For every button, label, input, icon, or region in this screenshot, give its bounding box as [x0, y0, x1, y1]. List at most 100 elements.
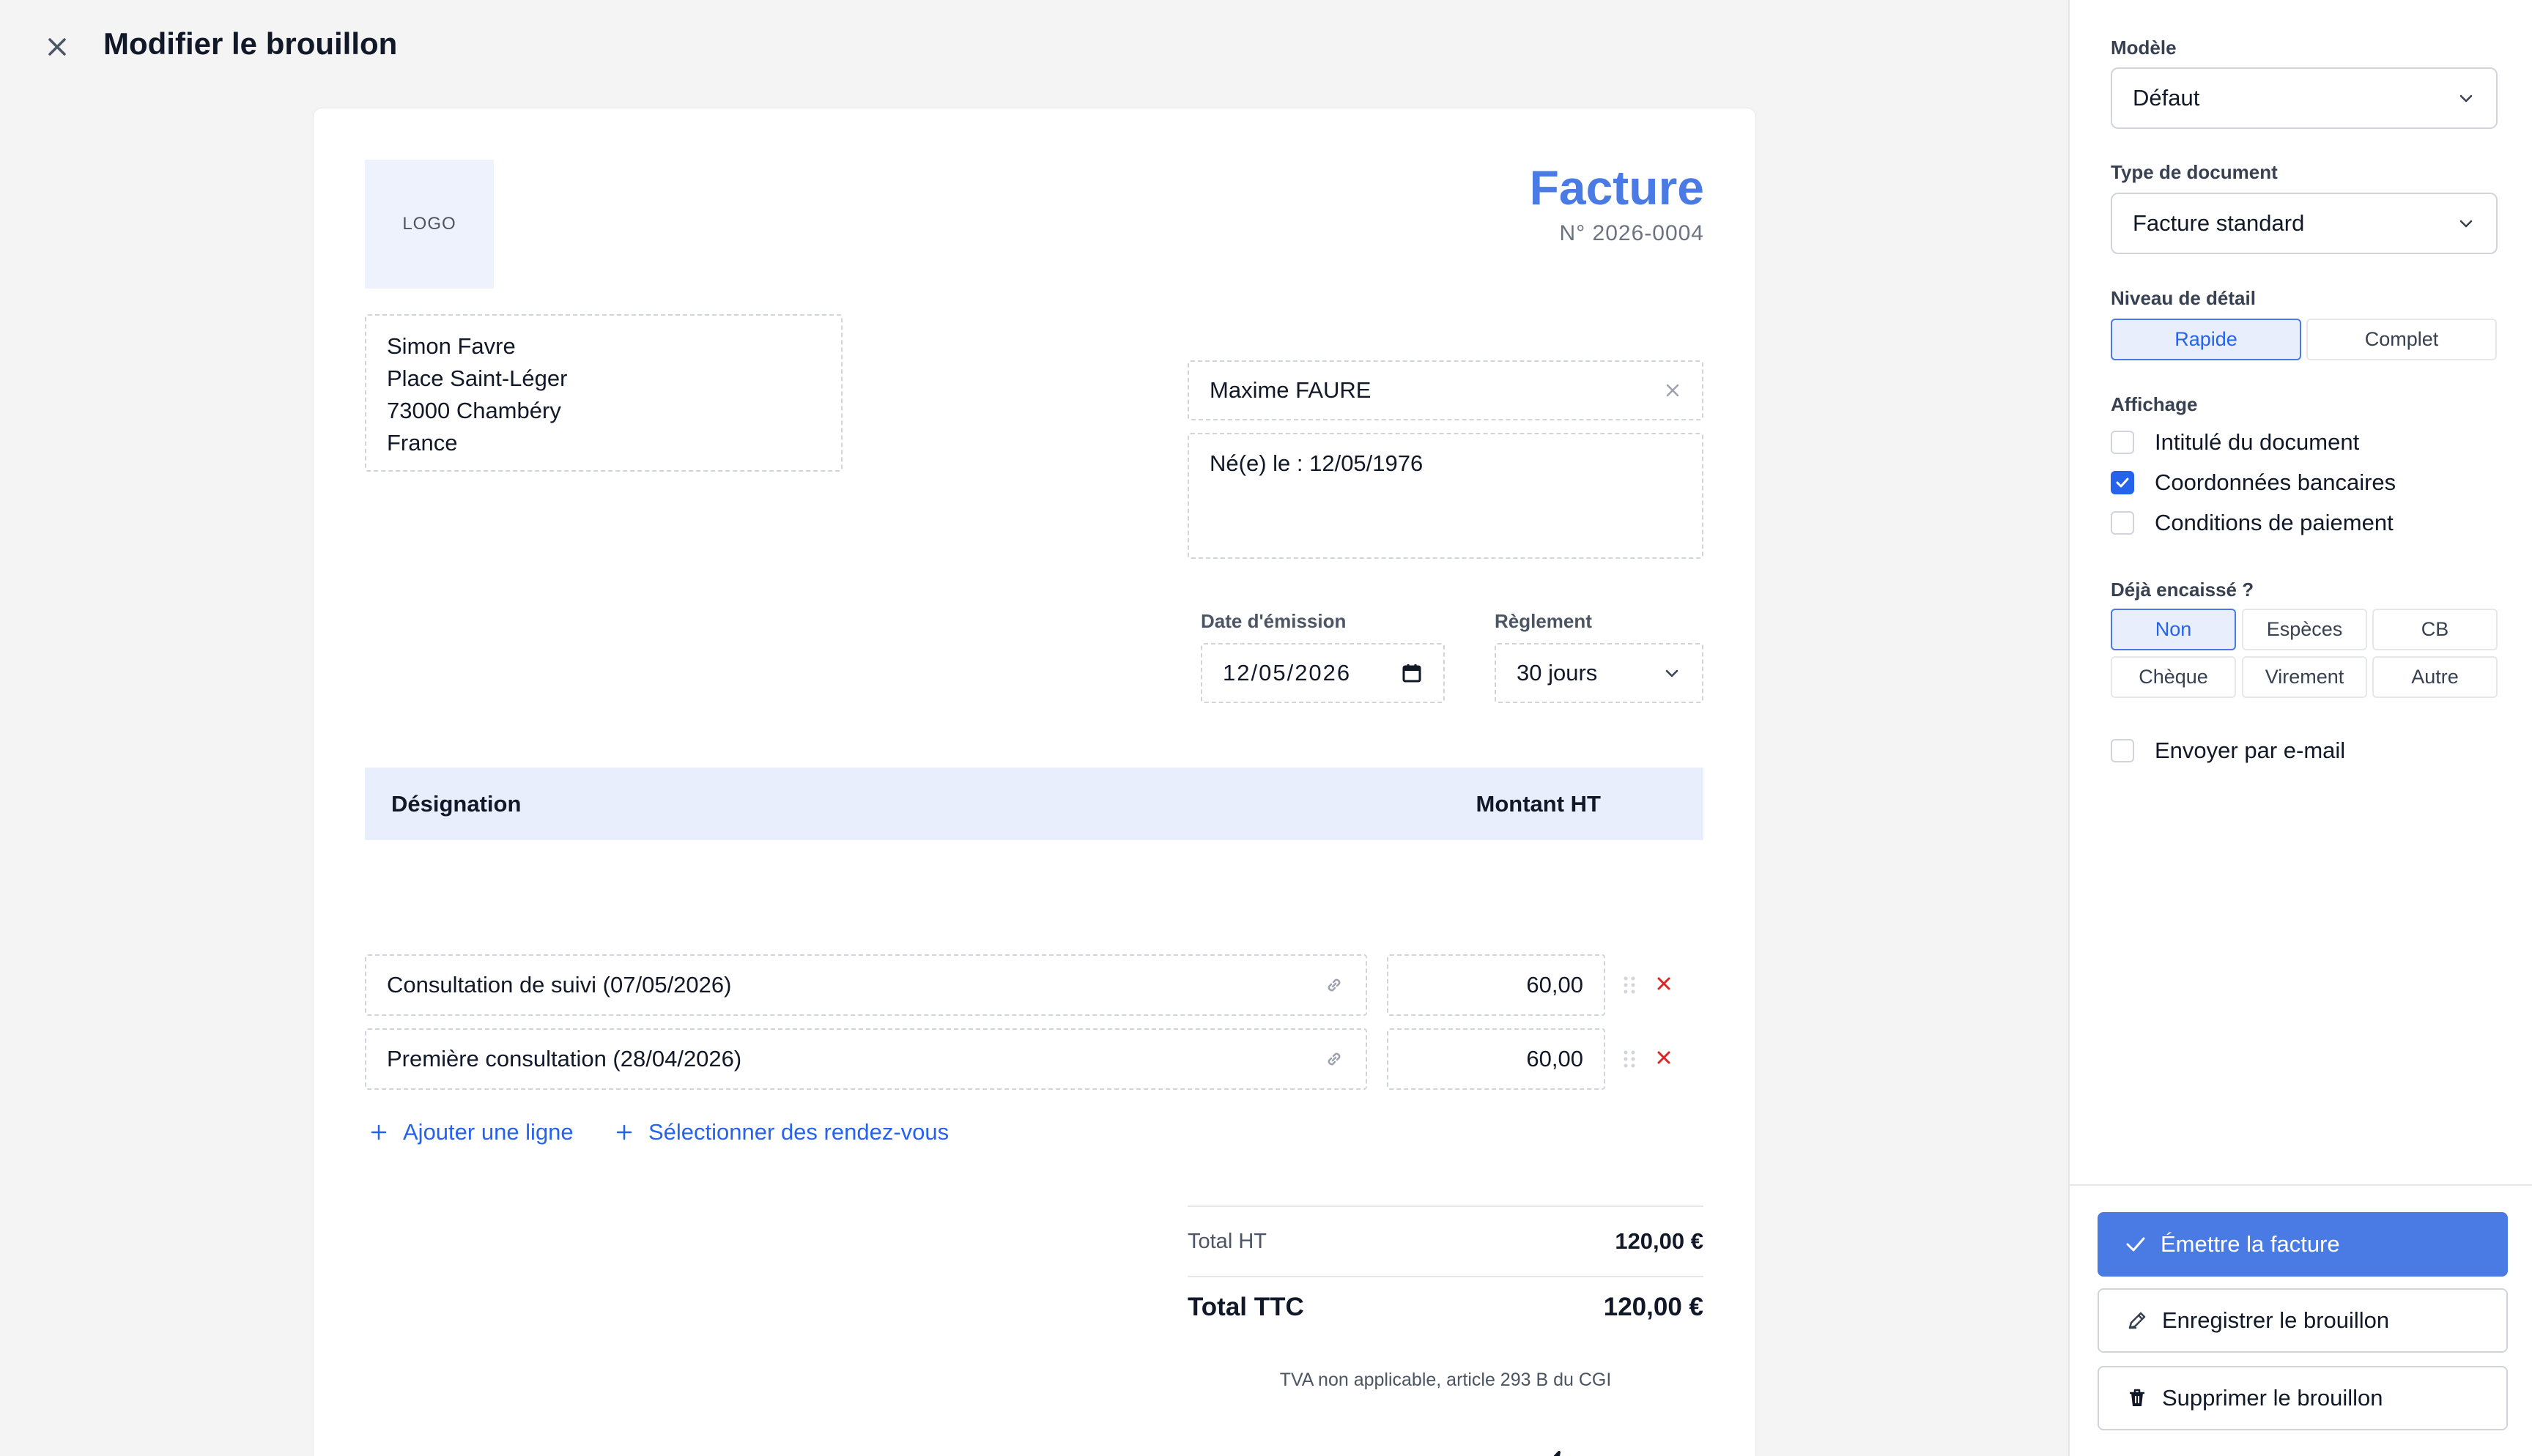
line-amount-field[interactable]: 60,00 [1387, 1028, 1605, 1090]
sender-name: Simon Favre [387, 333, 516, 359]
column-header-designation: Désignation [391, 790, 522, 817]
invoice-card: LOGO Facture N° 2026-0004 Simon Favre Pl… [313, 108, 1756, 1456]
line-designation: Consultation de suivi (07/05/2026) [387, 972, 732, 998]
sender-city: 73000 Chambéry [387, 398, 561, 423]
paid-option-cheque[interactable]: Chèque [2111, 656, 2236, 698]
doc-type-value: Facture standard [2133, 210, 2305, 236]
save-draft-label: Enregistrer le brouillon [2162, 1307, 2390, 1333]
checkbox[interactable] [2111, 739, 2134, 762]
send-email-option[interactable]: Envoyer par e-mail [2111, 738, 2345, 764]
totals-block: Total HT 120,00 € Total TTC 120,00 € [1188, 1206, 1703, 1337]
paid-option-cb[interactable]: CB [2372, 609, 2498, 650]
issue-date-input[interactable]: 12/05/2026 [1201, 643, 1445, 703]
display-option-payment-terms[interactable]: Conditions de paiement [2111, 510, 2394, 536]
add-line-label: Ajouter une ligne [403, 1119, 574, 1145]
checkbox[interactable] [2111, 511, 2134, 535]
line-amount-field[interactable]: 60,00 [1387, 954, 1605, 1016]
close-icon [1657, 977, 1670, 990]
column-header-amount: Montant HT [1476, 790, 1601, 817]
total-ttc-label: Total TTC [1188, 1293, 1304, 1321]
clear-icon[interactable] [1664, 382, 1681, 399]
close-icon [1657, 1051, 1670, 1064]
client-name: Maxime FAURE [1210, 377, 1372, 403]
total-ttc-value: 120,00 € [1603, 1293, 1703, 1321]
display-option-bank-details[interactable]: Coordonnées bancaires [2111, 469, 2396, 496]
divider [2070, 1184, 2532, 1186]
logo-placeholder-label: LOGO [402, 214, 456, 234]
doc-type-label: Type de document [2111, 161, 2278, 183]
detail-option-complet[interactable]: Complet [2306, 319, 2497, 360]
total-ht-value: 120,00 € [1615, 1228, 1703, 1254]
line-amount: 60,00 [1526, 972, 1583, 998]
document-title: Facture [1529, 160, 1704, 215]
main-area: Modifier le brouillon LOGO Facture N° 20… [0, 0, 2068, 1456]
save-draft-button[interactable]: Enregistrer le brouillon [2098, 1288, 2508, 1353]
client-info: Né(e) le : 12/05/1976 [1210, 450, 1424, 476]
pencil-icon [2128, 1312, 2146, 1329]
settings-sidebar: Modèle Défaut Type de document Facture s… [2068, 0, 2532, 1456]
link-icon[interactable] [1323, 1048, 1345, 1070]
document-number: N° 2026-0004 [1559, 221, 1704, 245]
display-option-document-title[interactable]: Intitulé du document [2111, 429, 2359, 456]
display-option-label: Intitulé du document [2155, 429, 2360, 455]
payment-terms-label: Règlement [1495, 610, 1592, 632]
total-ttc-row: Total TTC 120,00 € [1188, 1277, 1703, 1337]
total-ht-row: Total HT 120,00 € [1188, 1207, 1703, 1277]
already-paid-label: Déjà encaissé ? [2111, 579, 2254, 601]
display-option-label: Conditions de paiement [2155, 510, 2394, 535]
client-info-field[interactable]: Né(e) le : 12/05/1976 [1188, 433, 1703, 559]
line-amount: 60,00 [1526, 1046, 1583, 1071]
add-line-button[interactable]: Ajouter une ligne [369, 1119, 574, 1145]
chevron-down-icon [2459, 220, 2473, 228]
close-button[interactable] [38, 28, 76, 66]
vat-note: TVA non applicable, article 293 B du CGI [1279, 1370, 1612, 1390]
model-select[interactable]: Défaut [2111, 67, 2498, 129]
send-email-label: Envoyer par e-mail [2155, 738, 2346, 763]
signature-image[interactable] [1515, 1449, 1662, 1456]
trash-icon [2130, 1389, 2144, 1406]
line-designation-field[interactable]: Première consultation (28/04/2026) [365, 1028, 1367, 1090]
checkbox-checked[interactable] [2111, 471, 2134, 494]
paid-option-autre[interactable]: Autre [2372, 656, 2498, 698]
check-icon [2126, 1237, 2145, 1252]
calendar-icon[interactable] [1401, 662, 1423, 684]
display-label: Affichage [2111, 393, 2198, 415]
model-label: Modèle [2111, 37, 2177, 59]
paid-option-especes[interactable]: Espèces [2242, 609, 2367, 650]
issue-date-label: Date d'émission [1201, 610, 1347, 632]
sender-address-field[interactable]: Simon Favre Place Saint-Léger 73000 Cham… [365, 314, 843, 472]
delete-draft-label: Supprimer le brouillon [2162, 1385, 2383, 1411]
select-appointments-label: Sélectionner des rendez-vous [648, 1119, 949, 1145]
table-row: Première consultation (28/04/2026) 60,00 [365, 1028, 1703, 1090]
paid-option-non[interactable]: Non [2111, 609, 2236, 650]
model-value: Défaut [2133, 85, 2200, 111]
paid-option-virement[interactable]: Virement [2242, 656, 2367, 698]
payment-terms-value: 30 jours [1517, 660, 1598, 686]
plus-icon [616, 1124, 632, 1140]
logo-placeholder[interactable]: LOGO [365, 160, 494, 289]
checkbox[interactable] [2111, 431, 2134, 454]
delete-draft-button[interactable]: Supprimer le brouillon [2098, 1366, 2508, 1430]
drag-handle-icon[interactable] [1621, 1049, 1637, 1069]
drag-handle-icon[interactable] [1621, 975, 1637, 995]
remove-line-button[interactable] [1651, 970, 1677, 997]
issue-invoice-button[interactable]: Émettre la facture [2098, 1212, 2508, 1277]
line-designation-field[interactable]: Consultation de suivi (07/05/2026) [365, 954, 1367, 1016]
select-appointments-button[interactable]: Sélectionner des rendez-vous [615, 1119, 949, 1145]
remove-line-button[interactable] [1651, 1044, 1677, 1071]
plus-icon [371, 1124, 387, 1140]
page-title: Modifier le brouillon [103, 26, 398, 61]
detail-option-rapide[interactable]: Rapide [2111, 319, 2301, 360]
display-option-label: Coordonnées bancaires [2155, 469, 2396, 495]
line-designation: Première consultation (28/04/2026) [387, 1046, 742, 1071]
total-ht-label: Total HT [1188, 1229, 1267, 1253]
payment-terms-select[interactable]: 30 jours [1495, 643, 1703, 703]
link-icon[interactable] [1323, 974, 1345, 996]
sender-street: Place Saint-Léger [387, 365, 568, 391]
doc-type-select[interactable]: Facture standard [2111, 193, 2498, 254]
check-icon [2116, 478, 2129, 488]
chevron-down-icon [1665, 669, 1678, 677]
table-header: Désignation Montant HT [365, 768, 1703, 840]
client-name-field[interactable]: Maxime FAURE [1188, 360, 1703, 420]
issue-invoice-label: Émettre la facture [2161, 1231, 2340, 1257]
